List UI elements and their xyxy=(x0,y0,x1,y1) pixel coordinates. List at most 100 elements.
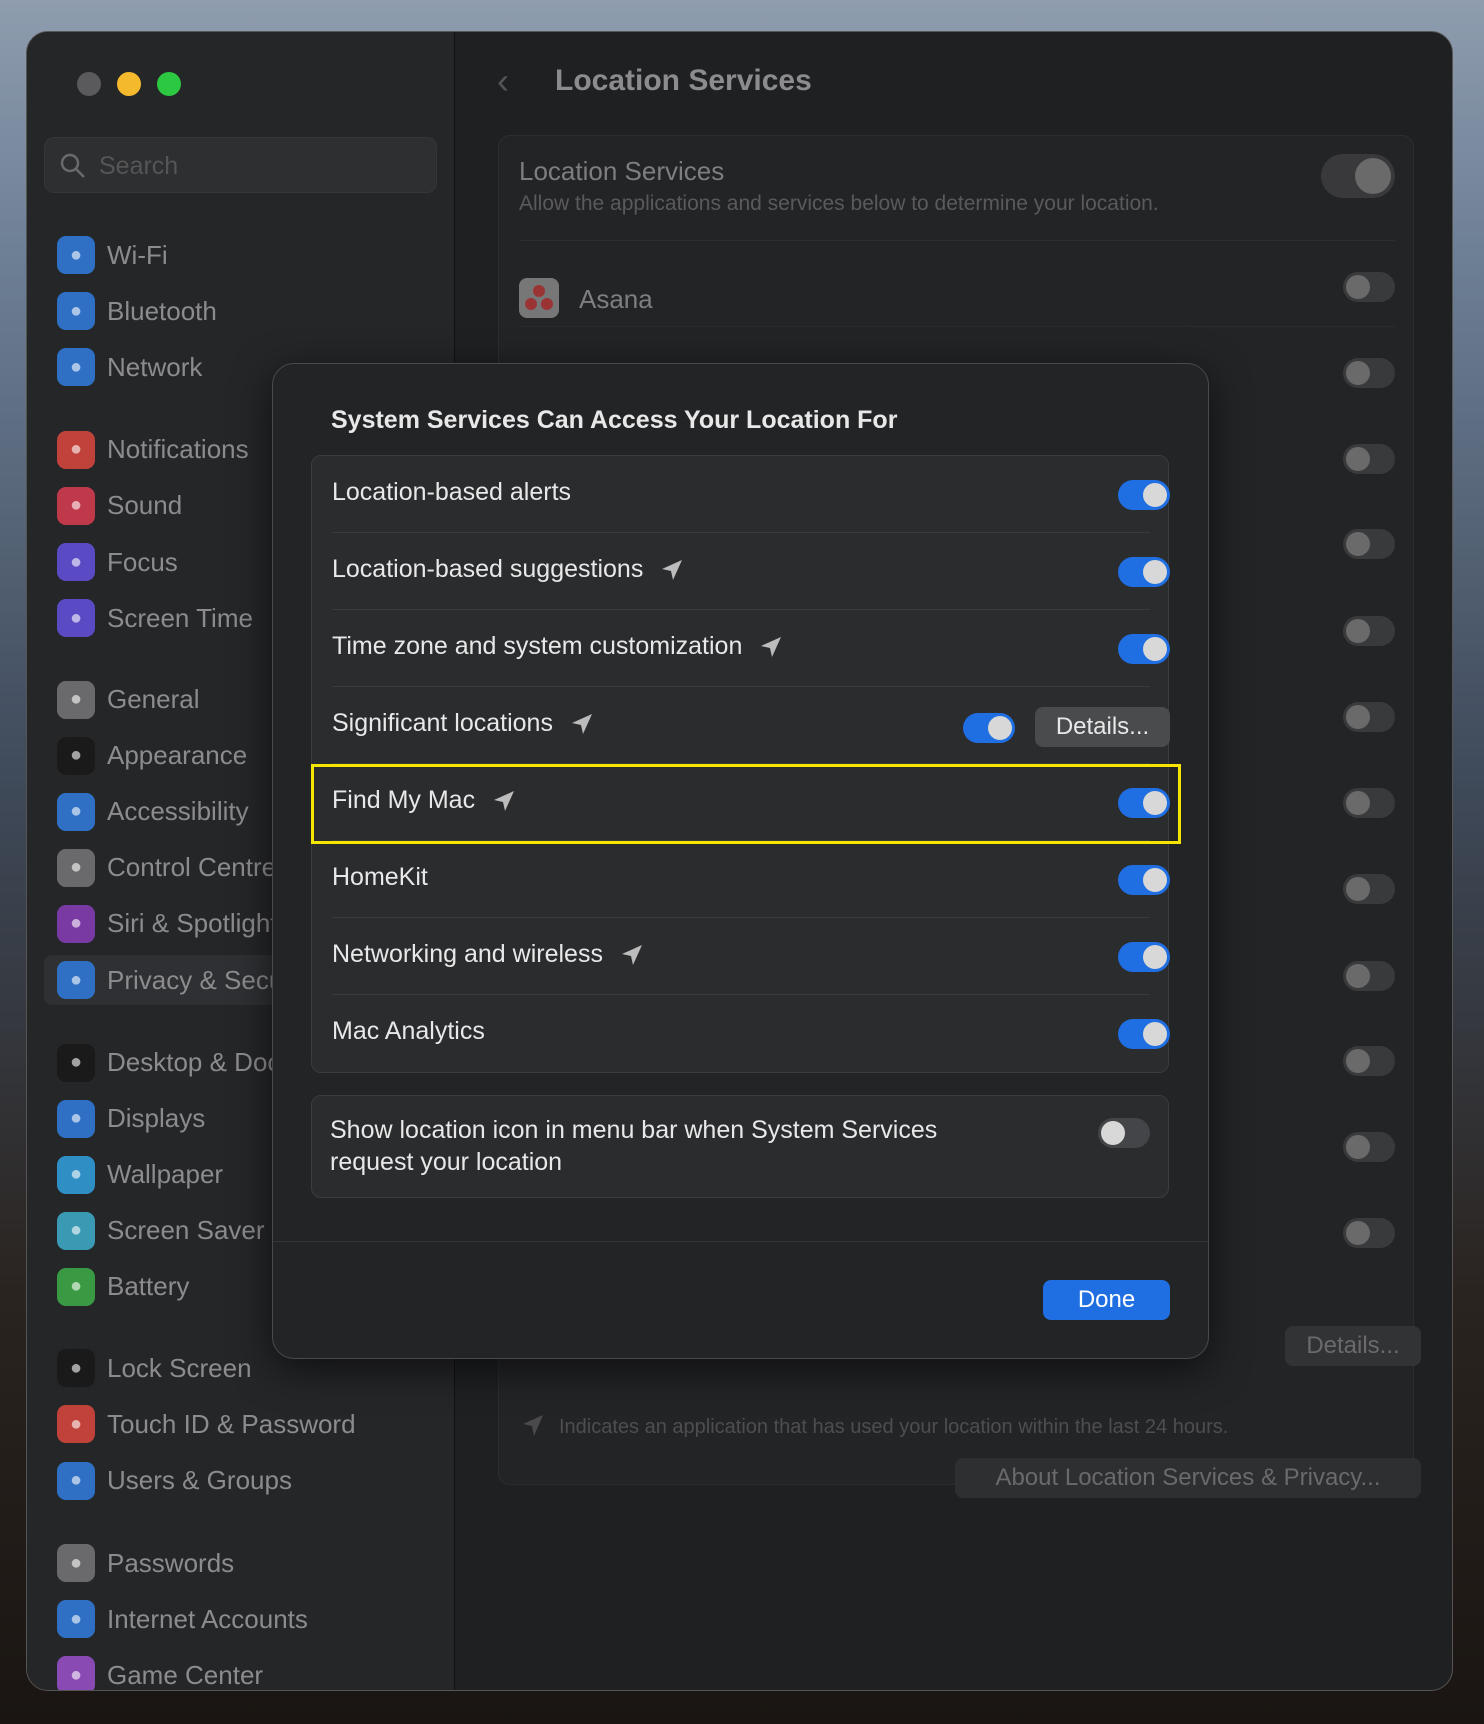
sidebar-item-label: Siri & Spotlight xyxy=(107,908,278,939)
service-row-location-based-suggestions: Location-based suggestions xyxy=(332,533,1170,610)
bell-icon: ● xyxy=(57,430,95,469)
app-location-toggle[interactable] xyxy=(1343,616,1395,647)
service-toggle[interactable] xyxy=(1118,557,1170,587)
service-row-homekit: HomeKit xyxy=(332,841,1170,918)
service-label: Time zone and system customization xyxy=(332,632,743,660)
asana-icon xyxy=(519,278,559,318)
accessibility-icon: ● xyxy=(57,792,95,831)
footnote: Indicates an application that has used y… xyxy=(559,1416,1229,1438)
sidebar-item-game-center[interactable]: ● Game Center xyxy=(57,1650,447,1690)
service-toggle[interactable] xyxy=(963,713,1015,743)
screensaver-icon: ● xyxy=(57,1211,95,1250)
sidebar-item-label: Appearance xyxy=(107,740,248,771)
sun-icon: ● xyxy=(57,1099,95,1138)
sidebar-item-label: Screen Time xyxy=(107,602,253,633)
sidebar-item-label: Game Center xyxy=(107,1659,264,1690)
lock-icon: ● xyxy=(57,1349,95,1388)
service-row-networking-and-wireless: Networking and wireless xyxy=(332,918,1170,995)
gear-icon: ● xyxy=(57,680,95,719)
done-button[interactable]: Done xyxy=(1043,1280,1170,1320)
sidebar-item-label: Desktop & Dock xyxy=(107,1047,294,1077)
appearance-icon: ● xyxy=(57,736,95,775)
siri-icon: ● xyxy=(57,904,95,943)
battery-icon: ● xyxy=(57,1267,95,1306)
flower-icon: ● xyxy=(57,1155,95,1194)
app-location-toggle[interactable] xyxy=(1343,702,1395,733)
bluetooth-icon: ● xyxy=(57,292,95,331)
dialog-title: System Services Can Access Your Location… xyxy=(331,406,898,434)
app-location-toggle[interactable] xyxy=(1343,1218,1395,1248)
sidebar-item-label: Network xyxy=(107,351,203,382)
location-arrow-icon xyxy=(761,636,782,657)
service-toggle[interactable] xyxy=(1118,942,1170,972)
app-location-toggle[interactable] xyxy=(1343,529,1395,560)
zoom-button[interactable] xyxy=(157,72,181,96)
sidebar-item-label: Passwords xyxy=(107,1547,235,1578)
app-location-toggle[interactable] xyxy=(1343,873,1395,904)
details-button[interactable]: Details... xyxy=(1285,1326,1421,1366)
section-description: Allow the applications and services belo… xyxy=(519,192,1159,215)
sidebar-item-label: Internet Accounts xyxy=(107,1603,308,1634)
location-arrow-icon xyxy=(523,1415,543,1436)
app-location-toggle[interactable] xyxy=(1343,960,1395,991)
sidebar-item-internet-accounts[interactable]: ● Internet Accounts xyxy=(57,1594,447,1644)
sidebar-item-bluetooth[interactable]: ● Bluetooth xyxy=(57,286,447,336)
sidebar-item-label: Control Centre xyxy=(107,852,277,883)
sidebar-item-label: Touch ID & Password xyxy=(107,1408,356,1439)
hand-icon: ● xyxy=(57,961,95,999)
location-arrow-icon xyxy=(571,713,592,734)
service-toggle[interactable] xyxy=(1118,865,1170,895)
location-arrow-icon xyxy=(621,944,642,965)
sidebar-item-touch-id-password[interactable]: ● Touch ID & Password xyxy=(57,1399,447,1449)
menu-bar-option-label: Show location icon in menu bar when Syst… xyxy=(330,1116,938,1176)
location-services-toggle[interactable] xyxy=(1321,154,1395,198)
app-location-toggle[interactable] xyxy=(1343,272,1395,302)
service-row-location-based-alerts: Location-based alerts xyxy=(332,456,1170,533)
service-label: Location-based suggestions xyxy=(332,555,644,583)
service-label: HomeKit xyxy=(332,863,428,891)
service-row-significant-locations: Significant locations Details... xyxy=(332,687,1170,764)
page-title: Location Services xyxy=(555,64,812,97)
sidebar-item-label: Bluetooth xyxy=(107,295,217,326)
about-location-privacy-button[interactable]: About Location Services & Privacy... xyxy=(955,1458,1421,1498)
menu-bar-icon-toggle[interactable] xyxy=(1098,1118,1150,1148)
service-row-mac-analytics: Mac Analytics xyxy=(332,995,1170,1072)
location-arrow-icon xyxy=(662,559,683,580)
service-toggle[interactable] xyxy=(1118,480,1170,510)
back-chevron-icon[interactable]: ‹ xyxy=(497,60,509,102)
close-button[interactable] xyxy=(77,72,101,96)
game-center-icon: ● xyxy=(57,1656,95,1690)
app-location-toggle[interactable] xyxy=(1343,357,1395,388)
globe-icon: ● xyxy=(57,348,95,387)
app-location-toggle[interactable] xyxy=(1343,787,1395,818)
sidebar-item-passwords[interactable]: ● Passwords xyxy=(57,1538,447,1588)
search-placeholder: Search xyxy=(99,152,179,180)
sidebar-item-label: Sound xyxy=(107,490,183,521)
system-services-dialog: System Services Can Access Your Location… xyxy=(272,363,1209,1359)
speaker-icon: ● xyxy=(57,486,95,525)
divider xyxy=(273,1241,1208,1242)
control-centre-icon: ● xyxy=(57,848,95,887)
sidebar-item-label: Wi-Fi xyxy=(107,239,168,270)
details-button[interactable]: Details... xyxy=(1035,707,1170,747)
hourglass-icon: ● xyxy=(57,599,95,638)
service-label: Networking and wireless xyxy=(332,940,603,968)
app-location-toggle[interactable] xyxy=(1343,1046,1395,1077)
menu-bar-option-group: Show location icon in menu bar when Syst… xyxy=(311,1095,1169,1198)
search-input[interactable]: Search xyxy=(44,137,437,193)
service-toggle[interactable] xyxy=(1118,1019,1170,1049)
sidebar-item-label: Battery xyxy=(107,1271,190,1302)
app-name: Asana xyxy=(579,284,653,314)
sidebar-item-users-groups[interactable]: ● Users & Groups xyxy=(57,1456,447,1506)
service-label: Location-based alerts xyxy=(332,478,572,506)
app-location-toggle[interactable] xyxy=(1343,1132,1395,1163)
service-row-time-zone-and-system-customization: Time zone and system customization xyxy=(332,610,1170,687)
sidebar-item-label: Wallpaper xyxy=(107,1159,224,1190)
app-location-toggle[interactable] xyxy=(1343,443,1395,474)
sidebar-item-label: Lock Screen xyxy=(107,1352,252,1383)
dock-icon: ● xyxy=(57,1043,95,1082)
sidebar-item-wi-fi[interactable]: ● Wi-Fi xyxy=(57,230,447,280)
minimize-button[interactable] xyxy=(117,72,141,96)
service-label: Significant locations xyxy=(332,709,553,737)
service-toggle[interactable] xyxy=(1118,634,1170,664)
